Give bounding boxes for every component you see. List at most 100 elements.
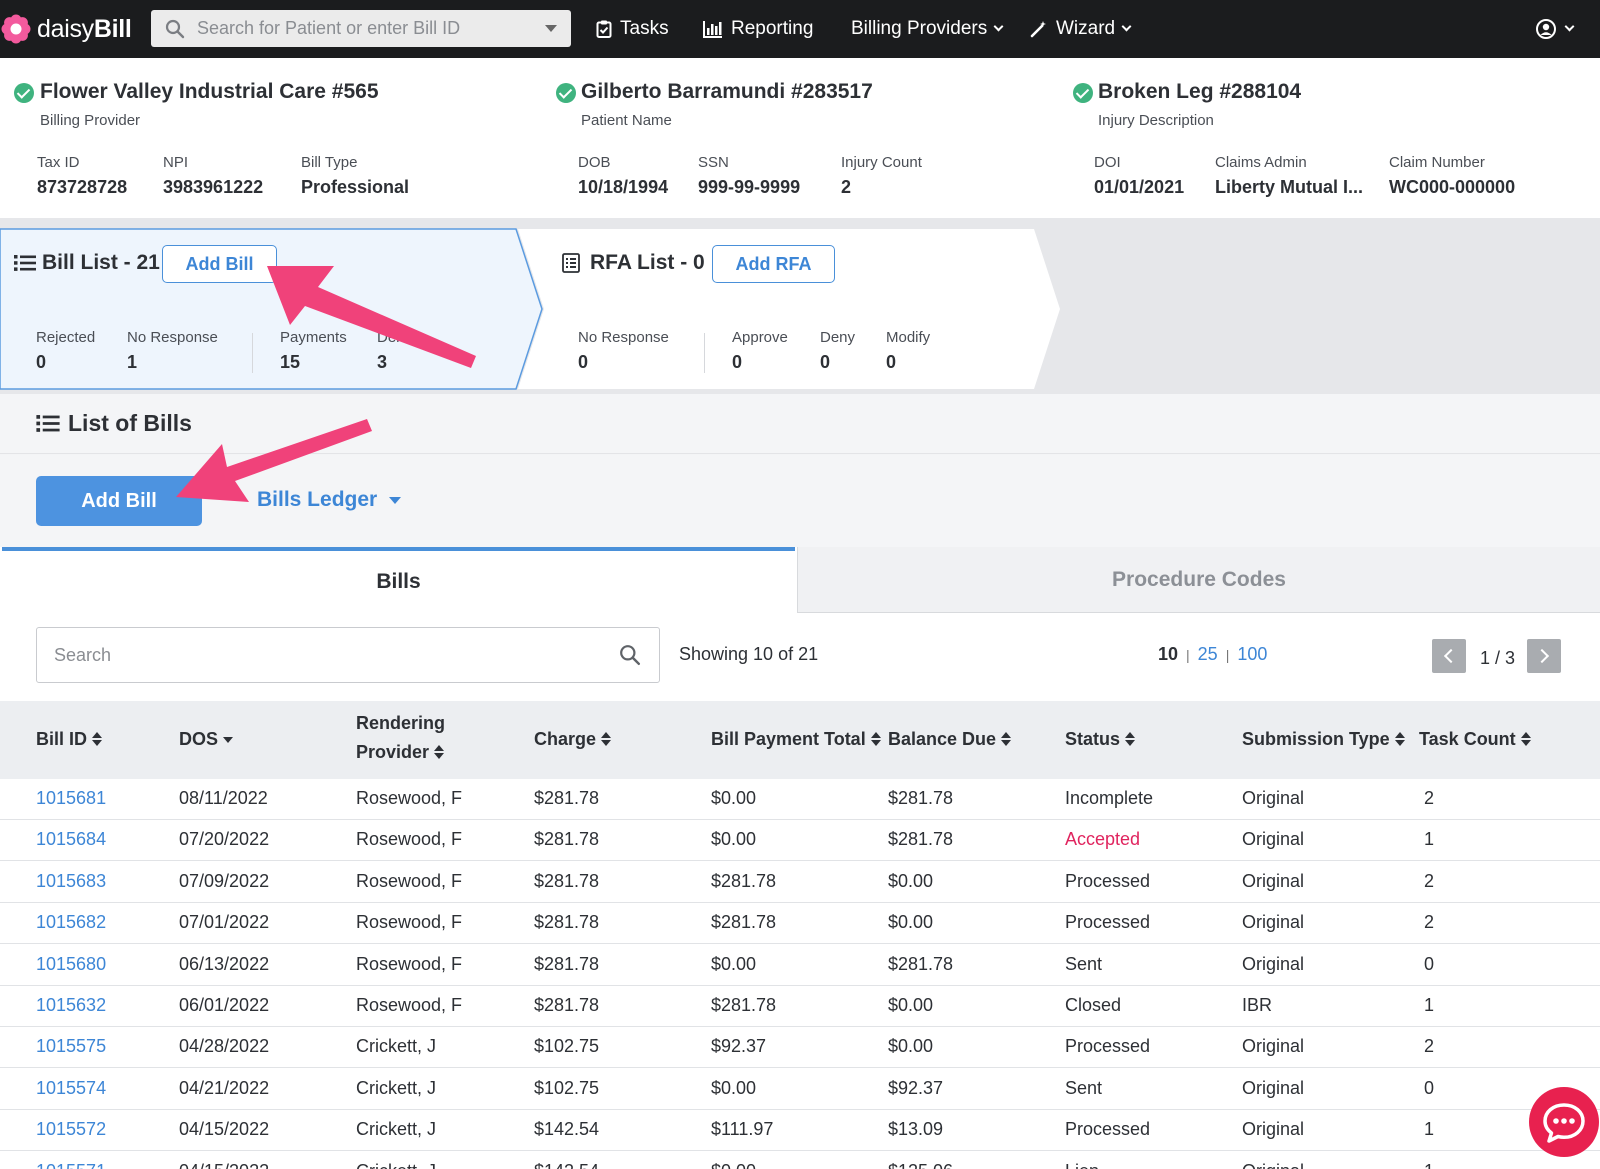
bill-id-link[interactable]: 1015680 (36, 954, 106, 975)
rejected-stat[interactable]: Rejected 0 (36, 329, 95, 373)
billing-provider-card[interactable]: Flower Valley Industrial Care #565 Billi… (0, 58, 545, 218)
balance-due-cell: $281.78 (888, 953, 954, 974)
bill-id-link[interactable]: 1015681 (36, 788, 106, 809)
submission-type-cell: Original (1242, 788, 1305, 808)
col-dos[interactable]: DOS (179, 725, 234, 754)
bill-id-link[interactable]: 1015682 (36, 912, 106, 933)
no-response-stat[interactable]: No Response 1 (127, 329, 218, 373)
task-count-cell: 1 (1424, 1161, 1434, 1169)
balance-due-cell: $0.00 (888, 995, 934, 1015)
add-bill-card-button[interactable]: Add Bill (162, 245, 277, 283)
table-row[interactable]: 1015680 06/13/2022 Rosewood, F $281.78 $0.00… (0, 945, 1600, 986)
table-row[interactable]: 1015682 07/01/2022 Rosewood, F $281.78 $281.… (0, 903, 1600, 945)
col-status[interactable]: Status (1065, 725, 1136, 754)
nav-tasks-label: Tasks (620, 18, 669, 39)
page-size-selector: 10 | 25 | 100 (1158, 644, 1268, 665)
nav-reporting[interactable]: Reporting (703, 0, 813, 58)
list-icon (14, 255, 36, 271)
logo-suffix: Bill (93, 14, 132, 43)
chevron-down-icon[interactable] (545, 25, 557, 32)
table-row[interactable]: 1015571 04/15/2022 Crickett, J $142.54 $0.00… (0, 1152, 1600, 1169)
col-balance-due[interactable]: Balance Due (888, 725, 1012, 754)
injury-card[interactable]: Broken Leg #288104 Injury Description DO… (1036, 58, 1600, 218)
add-bill-button[interactable]: Add Bill (36, 476, 202, 526)
bills-ledger-label: Bills Ledger (257, 488, 378, 511)
next-page-button[interactable] (1527, 639, 1561, 673)
col-submission-type[interactable]: Submission Type (1242, 725, 1405, 754)
bill-id-link[interactable]: 1015683 (36, 871, 106, 892)
approve-stat[interactable]: Approve 0 (732, 329, 788, 373)
injury-subtitle: Injury Description (1098, 112, 1214, 129)
balance-due-cell: $0.00 (888, 870, 934, 891)
magic-wand-icon (1030, 21, 1046, 38)
rfa-list-title[interactable]: RFA List - 0 (562, 251, 705, 275)
balance-due-cell: $281.78 (888, 829, 954, 850)
table-row[interactable]: 1015632 06/01/2022 Rosewood, F $281.78 $281.… (0, 986, 1600, 1027)
col-task-count[interactable]: Task Count (1419, 725, 1531, 754)
table-row[interactable]: 1015681 08/11/2022 Rosewood, F $281.78 $0.00… (0, 779, 1600, 820)
bill-id-link[interactable]: 1015571 (36, 1161, 106, 1169)
nav-wizard[interactable]: Wizard (1030, 0, 1132, 58)
tab-procedure-codes[interactable]: Procedure Codes (797, 547, 1600, 613)
payments-stat[interactable]: Payments 15 (280, 329, 347, 373)
bill-id-link[interactable]: 1015575 (36, 1036, 106, 1057)
page-size-10[interactable]: 10 (1158, 644, 1178, 665)
list-of-bills-title: List of Bills (68, 410, 192, 436)
claims-admin-field: Claims Admin Liberty Mutual I... (1215, 154, 1364, 197)
add-rfa-button[interactable]: Add RFA (712, 245, 835, 283)
bills-search-input[interactable]: Search (36, 627, 660, 683)
balance-due-cell: $125.06 (888, 1161, 953, 1169)
nav-billing-providers[interactable]: Billing Providers (851, 0, 1004, 58)
list-icon (36, 415, 60, 432)
dob-field: DOB 10/18/1994 (578, 154, 669, 197)
bills-ledger-dropdown[interactable]: Bills Ledger (257, 488, 402, 512)
bill-id-link[interactable]: 1015684 (36, 829, 106, 850)
page-size-100[interactable]: 100 (1237, 644, 1267, 665)
page-size-25[interactable]: 25 (1198, 644, 1218, 665)
col-bill-payment-total[interactable]: Bill Payment Total (711, 725, 881, 754)
user-menu[interactable] (1536, 0, 1575, 58)
dos-cell: 06/01/2022 (179, 995, 270, 1015)
chat-bubble-icon (1543, 1103, 1585, 1143)
nav-tasks[interactable]: Tasks (596, 0, 669, 58)
table-row[interactable]: 1015683 07/09/2022 Rosewood, F $281.78 $281.… (0, 862, 1600, 903)
tab-bills[interactable]: Bills (2, 547, 795, 613)
document-list-icon (562, 253, 580, 273)
logo[interactable]: daisyBill (0, 0, 150, 58)
patient-search-input[interactable]: Search for Patient or enter Bill ID (151, 10, 571, 47)
charge-cell: $142.54 (534, 1161, 599, 1169)
caret-down-icon (389, 496, 402, 504)
bills-tabs: Bills Procedure Codes (0, 547, 1600, 613)
col-charge[interactable]: Charge (534, 725, 612, 754)
bill-id-link[interactable]: 1015572 (36, 1119, 106, 1140)
chevron-down-icon (1121, 21, 1132, 32)
search-icon (165, 19, 185, 38)
bill-id-link[interactable]: 1015574 (36, 1078, 106, 1099)
payment-total-cell: $0.00 (711, 829, 757, 850)
col-bill-id[interactable]: Bill ID (36, 725, 103, 754)
sort-icon (92, 732, 103, 746)
modify-stat[interactable]: Modify 0 (886, 329, 930, 373)
patient-card[interactable]: Gilberto Barramundi #283517 Patient Name… (518, 58, 1063, 218)
table-row[interactable]: 1015684 07/20/2022 Rosewood, F $281.78 $0.00… (0, 820, 1600, 862)
sort-icon (601, 732, 612, 746)
deny-stat[interactable]: Deny 0 (820, 329, 855, 373)
submission-type-cell: IBR (1242, 995, 1273, 1015)
rfa-no-response-stat[interactable]: No Response 0 (578, 329, 669, 373)
daisy-flower-icon (1, 14, 31, 44)
denials-stat[interactable]: Denials 3 (377, 329, 433, 373)
search-icon[interactable] (619, 644, 641, 666)
col-rendering-provider[interactable]: Rendering Provider (356, 709, 445, 767)
bill-id-link[interactable]: 1015632 (36, 995, 106, 1016)
bill-list-title[interactable]: Bill List - 21 (14, 251, 160, 275)
billing-provider-subtitle: Billing Provider (40, 112, 141, 129)
chat-button[interactable] (1529, 1087, 1599, 1157)
nav-wizard-label: Wizard (1056, 18, 1116, 39)
table-row[interactable]: 1015575 04/28/2022 Crickett, J $102.75 $92.3… (0, 1027, 1600, 1069)
charge-cell: $281.78 (534, 829, 600, 850)
table-row[interactable]: 1015572 04/15/2022 Crickett, J $142.54 $111.… (0, 1110, 1600, 1152)
prev-page-button[interactable] (1432, 639, 1466, 673)
table-row[interactable]: 1015574 04/21/2022 Crickett, J $102.75 $0.00… (0, 1069, 1600, 1110)
bills-table: Bill ID DOS Rendering Provider Charge Bil… (0, 701, 1600, 1169)
claim-number-field: Claim Number WC000-000000 (1389, 154, 1516, 197)
